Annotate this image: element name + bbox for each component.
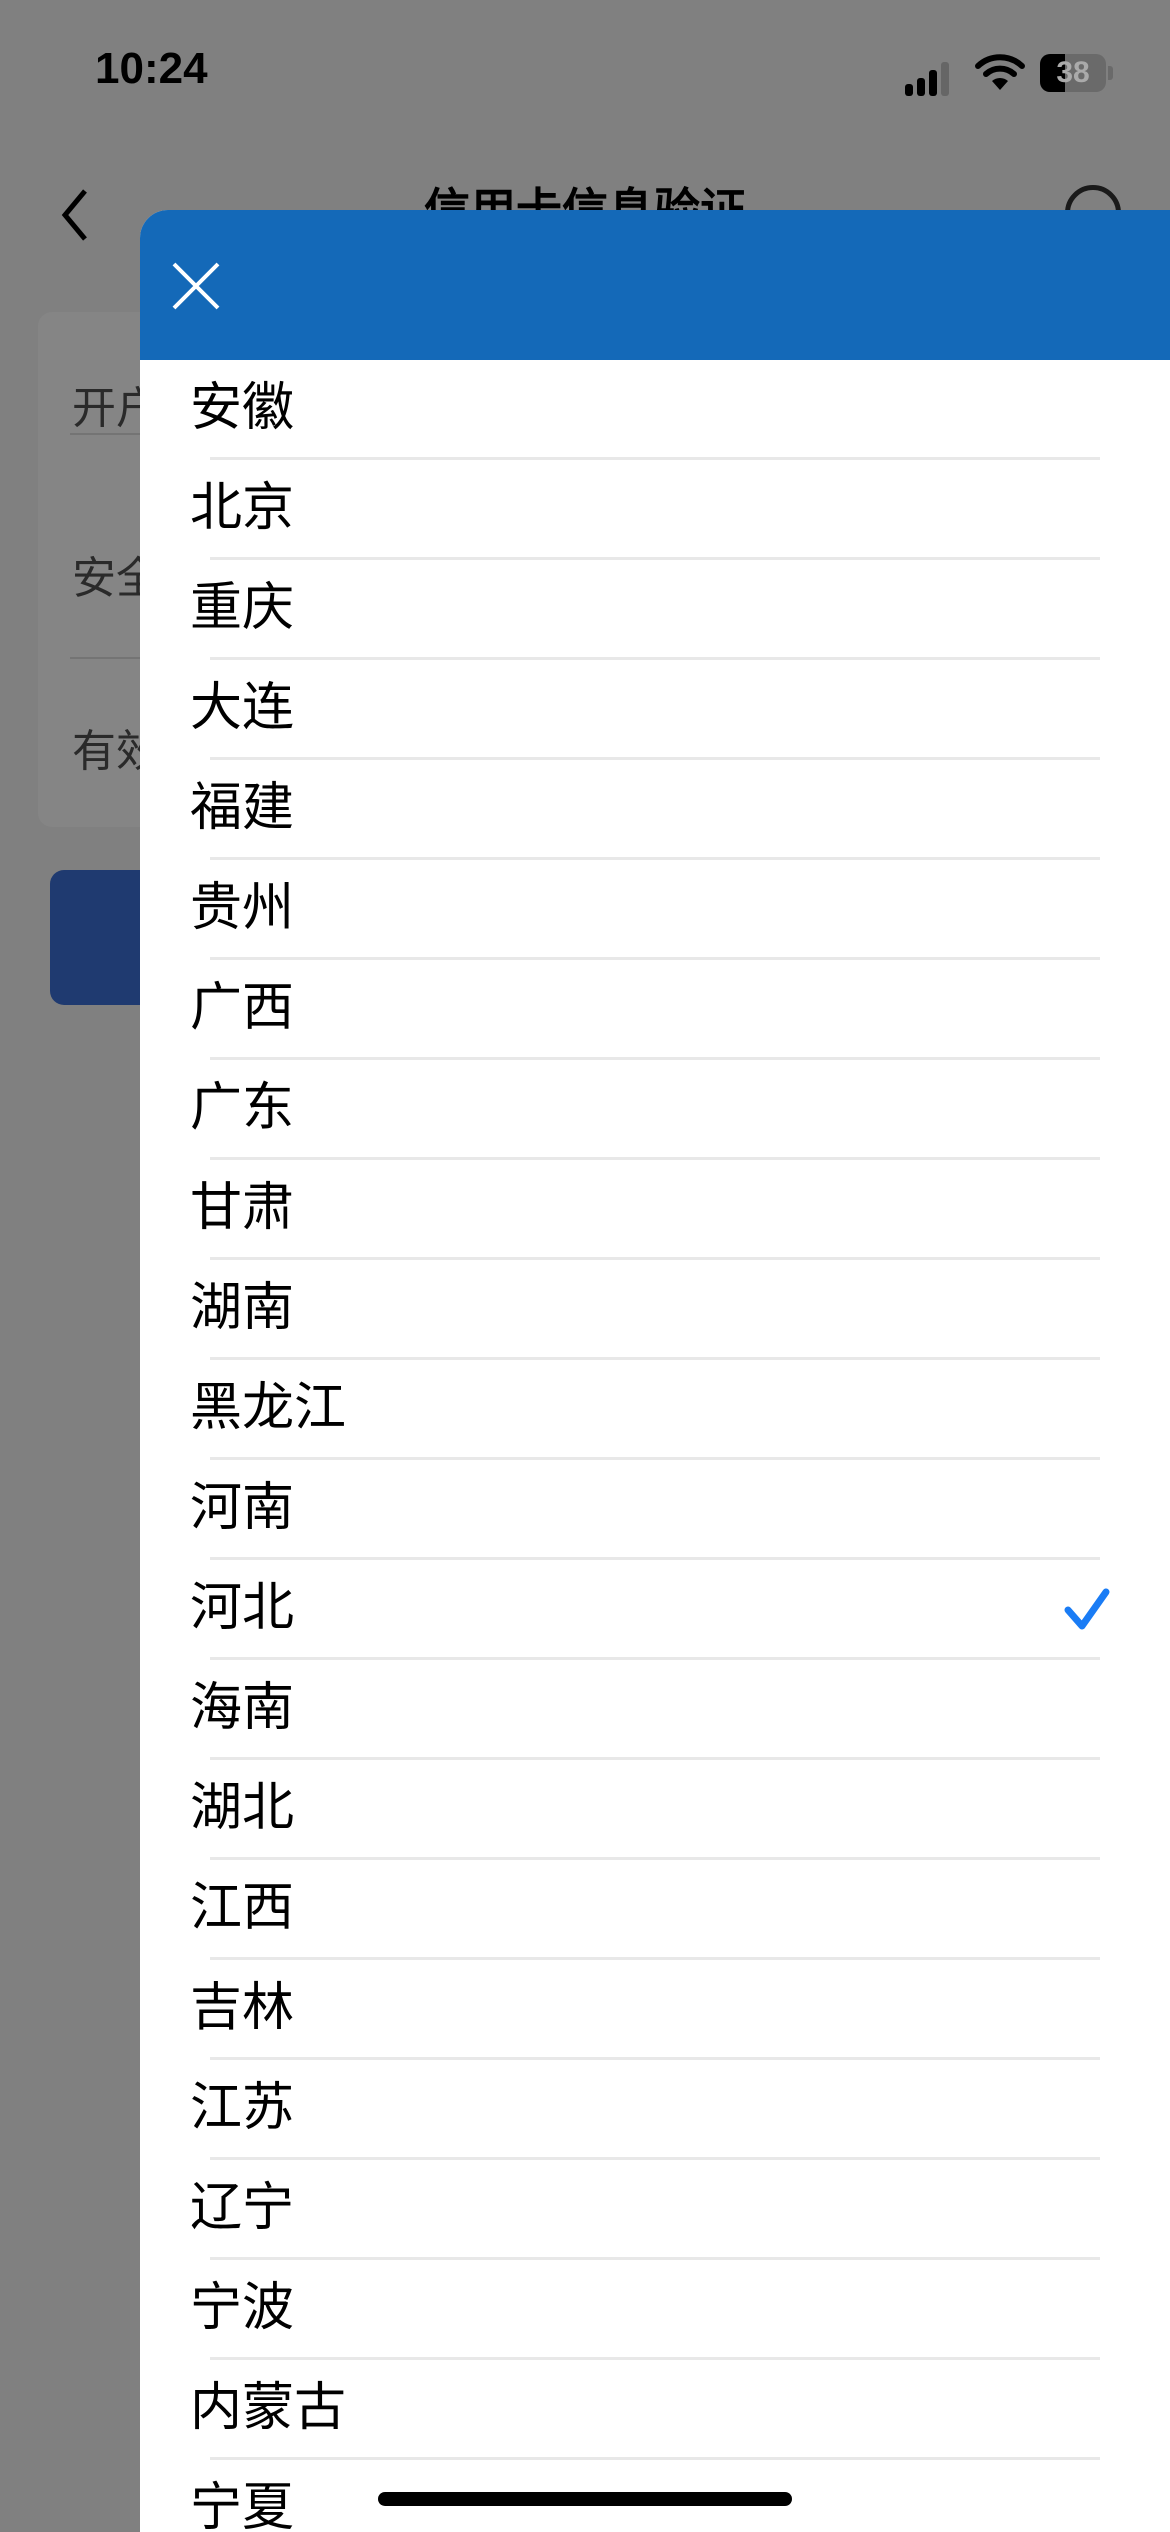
province-item[interactable]: 福建 [140, 760, 1170, 860]
province-item[interactable]: 江西 [140, 1860, 1170, 1960]
province-item[interactable]: 湖南 [140, 1260, 1170, 1360]
province-label: 江苏 [190, 2078, 295, 2138]
province-item[interactable]: 贵州 [140, 860, 1170, 960]
home-indicator[interactable] [378, 2492, 792, 2506]
province-label: 福建 [190, 778, 295, 838]
province-label: 黑龙江 [190, 1378, 347, 1438]
battery-level: 38 [1056, 56, 1090, 89]
close-icon[interactable] [168, 258, 224, 314]
province-item[interactable]: 大连 [140, 660, 1170, 760]
province-item[interactable]: 黑龙江 [140, 1360, 1170, 1460]
province-label: 宁夏 [190, 2478, 295, 2532]
province-label: 海南 [190, 1678, 295, 1738]
province-label: 安徽 [190, 378, 295, 438]
province-item[interactable]: 重庆 [140, 560, 1170, 660]
province-item[interactable]: 湖北 [140, 1760, 1170, 1860]
picker-header [140, 210, 1170, 360]
cellular-signal-icon [905, 56, 955, 96]
province-label: 江西 [190, 1878, 295, 1938]
wifi-icon [975, 54, 1025, 90]
province-item[interactable]: 甘肃 [140, 1160, 1170, 1260]
page-title: 信用卡信息验证 [424, 183, 746, 210]
province-label: 辽宁 [190, 2178, 295, 2238]
province-label: 内蒙古 [190, 2378, 347, 2438]
province-item[interactable]: 辽宁 [140, 2160, 1170, 2260]
province-item[interactable]: 海南 [140, 1660, 1170, 1760]
province-item[interactable]: 安徽 [140, 360, 1170, 460]
province-label: 宁波 [190, 2278, 295, 2338]
province-item[interactable]: 江苏 [140, 2060, 1170, 2160]
province-label: 湖北 [190, 1778, 295, 1838]
province-item[interactable]: 河北 [140, 1560, 1170, 1660]
province-item[interactable]: 广东 [140, 1060, 1170, 1160]
province-label: 广东 [190, 1078, 295, 1138]
battery-tip [1108, 66, 1113, 80]
province-label: 河北 [190, 1578, 295, 1638]
province-item[interactable]: 内蒙古 [140, 2360, 1170, 2460]
province-item[interactable]: 河南 [140, 1460, 1170, 1560]
province-label: 广西 [190, 978, 295, 1038]
province-label: 大连 [190, 678, 295, 738]
back-chevron-icon[interactable] [55, 185, 95, 245]
province-item[interactable]: 吉林 [140, 1960, 1170, 2060]
province-item[interactable]: 广西 [140, 960, 1170, 1060]
province-label: 吉林 [190, 1978, 295, 2038]
province-label: 河南 [190, 1478, 295, 1538]
battery-icon: 38 [1040, 54, 1106, 92]
province-item[interactable]: 北京 [140, 460, 1170, 560]
province-label: 重庆 [190, 578, 295, 638]
province-list[interactable]: 安徽北京重庆大连福建贵州广西广东甘肃湖南黑龙江河南河北海南湖北江西吉林江苏辽宁宁… [140, 360, 1170, 2532]
province-label: 甘肃 [190, 1178, 295, 1238]
province-picker-sheet: 安徽北京重庆大连福建贵州广西广东甘肃湖南黑龙江河南河北海南湖北江西吉林江苏辽宁宁… [140, 210, 1170, 2532]
province-item[interactable]: 宁波 [140, 2260, 1170, 2360]
checkmark-icon [1064, 1588, 1110, 1630]
status-bar: 10:24 38 [0, 0, 1170, 150]
province-label: 北京 [190, 478, 295, 538]
province-label: 贵州 [190, 878, 295, 938]
status-time: 10:24 [95, 44, 208, 93]
province-label: 湖南 [190, 1278, 295, 1338]
